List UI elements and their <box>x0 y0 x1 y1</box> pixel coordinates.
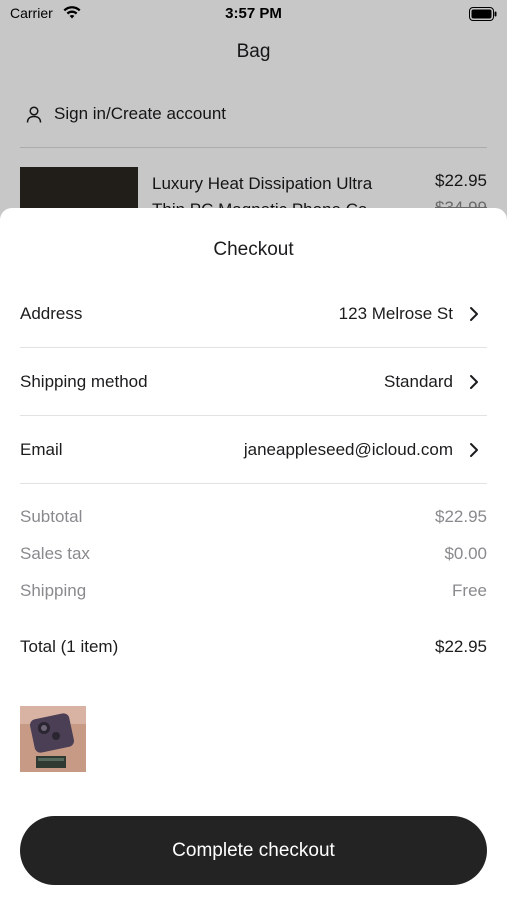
address-label: Address <box>20 304 83 323</box>
email-label: Email <box>20 440 63 459</box>
sales-tax-row: Sales tax $0.00 <box>20 544 487 568</box>
chevron-right-icon <box>470 375 478 389</box>
sales-tax-value: $0.00 <box>444 544 487 563</box>
checkout-sheet: Checkout Address 123 Melrose St Shipping… <box>0 208 507 900</box>
email-value: janeappleseed@icloud.com <box>243 440 453 459</box>
shipping-method-label: Shipping method <box>20 372 148 391</box>
shipping-value: Free <box>452 581 487 600</box>
shipping-label: Shipping <box>20 581 87 600</box>
subtotal-label: Subtotal <box>20 507 83 526</box>
shipping-row: Shipping Free <box>20 581 487 605</box>
subtotal-value: $22.95 <box>435 507 487 526</box>
sheet-title: Checkout <box>213 239 294 260</box>
total-value: $22.95 <box>435 637 487 656</box>
chevron-right-icon <box>470 443 478 457</box>
sales-tax-label: Sales tax <box>20 544 90 563</box>
address-value: 123 Melrose St <box>338 304 453 323</box>
address-row[interactable]: Address 123 Melrose St <box>20 280 487 348</box>
product-thumbnail <box>20 706 86 772</box>
subtotal-row: Subtotal $22.95 <box>20 507 487 531</box>
total-row: Total (1 item) $22.95 <box>20 637 487 661</box>
shipping-method-row[interactable]: Shipping method Standard <box>20 348 487 416</box>
shipping-method-value: Standard <box>384 372 453 391</box>
email-row[interactable]: Email janeappleseed@icloud.com <box>20 416 487 484</box>
complete-checkout-button[interactable]: Complete checkout <box>20 816 487 885</box>
chevron-right-icon <box>470 307 478 321</box>
total-label: Total (1 item) <box>20 637 119 656</box>
